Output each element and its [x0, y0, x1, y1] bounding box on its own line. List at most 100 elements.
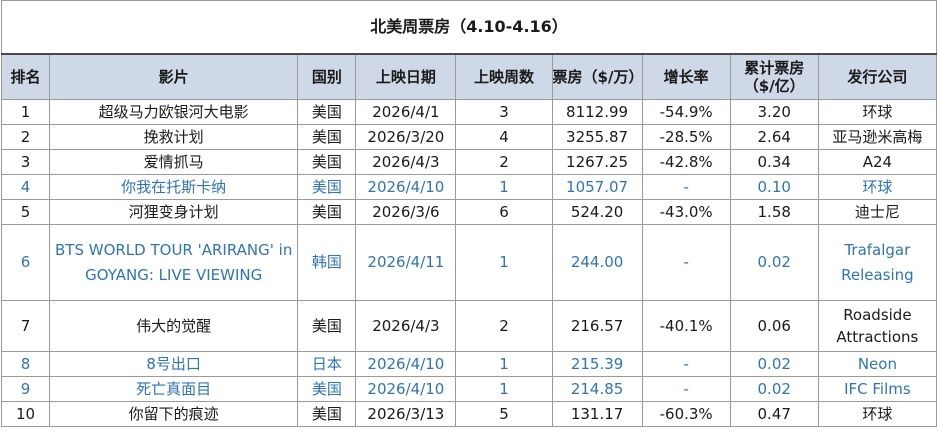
cell-film: BTS WORLD TOUR 'ARIRANG' in GOYANG: LIVE… — [49, 224, 299, 301]
cell-country: 美国 — [297, 149, 357, 175]
cell-cumulative: 0.02 — [729, 376, 819, 402]
cell-film: 伟大的觉醒 — [49, 300, 299, 352]
cell-distributor: 环球 — [817, 174, 938, 200]
table-row: 3 爱情抓马 美国 2026/4/3 2 1267.25 -42.8% 0.34… — [0, 149, 938, 175]
header-weeks: 上映周数 — [455, 53, 553, 100]
cell-rank: 9 — [0, 376, 51, 402]
cell-growth: -40.1% — [641, 300, 731, 352]
cell-box-office: 131.17 — [551, 401, 643, 427]
cell-box-office: 1267.25 — [551, 149, 643, 175]
cell-film: 爱情抓马 — [49, 149, 299, 175]
table-row: 2 挽救计划 美国 2026/3/20 4 3255.87 -28.5% 2.6… — [0, 124, 938, 150]
cell-film: 超级马力欧银河大电影 — [49, 99, 299, 125]
cell-film: 你我在托斯卡纳 — [49, 174, 299, 200]
cell-rank: 6 — [0, 224, 51, 301]
cell-release-date: 2026/4/11 — [355, 224, 457, 301]
cell-weeks: 1 — [455, 376, 553, 402]
table-row: 7 伟大的觉醒 美国 2026/4/3 2 216.57 -40.1% 0.06… — [0, 300, 938, 352]
cell-country: 美国 — [297, 376, 357, 402]
cell-country: 韩国 — [297, 224, 357, 301]
cell-cumulative: 0.34 — [729, 149, 819, 175]
cell-distributor: 环球 — [817, 401, 938, 427]
header-growth: 增长率 — [641, 53, 731, 100]
cell-growth: -60.3% — [641, 401, 731, 427]
cell-rank: 8 — [0, 351, 51, 377]
cell-rank: 7 — [0, 300, 51, 352]
cell-growth: - — [641, 376, 731, 402]
cell-growth: -42.8% — [641, 149, 731, 175]
cell-release-date: 2026/4/3 — [355, 149, 457, 175]
cell-growth: - — [641, 224, 731, 301]
cell-distributor: A24 — [817, 149, 938, 175]
header-row: 排名 影片 国别 上映日期 上映周数 票房（$/万） 增长率 累计票房（$/亿）… — [0, 53, 938, 100]
cell-weeks: 1 — [455, 224, 553, 301]
cell-film: 你留下的痕迹 — [49, 401, 299, 427]
cell-rank: 1 — [0, 99, 51, 125]
cell-growth: - — [641, 351, 731, 377]
cell-box-office: 1057.07 — [551, 174, 643, 200]
cell-weeks: 2 — [455, 149, 553, 175]
cell-box-office: 214.85 — [551, 376, 643, 402]
cell-box-office: 215.39 — [551, 351, 643, 377]
cell-country: 美国 — [297, 401, 357, 427]
box-office-table: 北美周票房（4.10-4.16） 排名 影片 国别 上映日期 上映周数 票房（$… — [0, 0, 938, 427]
cell-cumulative: 0.10 — [729, 174, 819, 200]
cell-rank: 2 — [0, 124, 51, 150]
cell-box-office: 524.20 — [551, 199, 643, 225]
box-office-table-container: 北美周票房（4.10-4.16） 排名 影片 国别 上映日期 上映周数 票房（$… — [0, 0, 938, 440]
cell-film: 河狸变身计划 — [49, 199, 299, 225]
cell-release-date: 2026/4/1 — [355, 99, 457, 125]
cell-cumulative: 0.47 — [729, 401, 819, 427]
cell-weeks: 4 — [455, 124, 553, 150]
cell-film: 8号出口 — [49, 351, 299, 377]
cell-rank: 5 — [0, 199, 51, 225]
cell-rank: 10 — [0, 401, 51, 427]
cell-distributor: Roadside Attractions — [817, 300, 938, 352]
cell-country: 美国 — [297, 300, 357, 352]
cell-release-date: 2026/3/20 — [355, 124, 457, 150]
cell-box-office: 216.57 — [551, 300, 643, 352]
cell-box-office: 3255.87 — [551, 124, 643, 150]
cell-release-date: 2026/3/6 — [355, 199, 457, 225]
cell-growth: -28.5% — [641, 124, 731, 150]
cell-country: 美国 — [297, 99, 357, 125]
cell-distributor: IFC Films — [817, 376, 938, 402]
cell-distributor: 亚马逊米高梅 — [817, 124, 938, 150]
table-row-new-release: 9 死亡真面目 美国 2026/4/10 1 214.85 - 0.02 IFC… — [0, 376, 938, 402]
cell-weeks: 1 — [455, 174, 553, 200]
cell-release-date: 2026/3/13 — [355, 401, 457, 427]
cell-box-office: 8112.99 — [551, 99, 643, 125]
cell-weeks: 1 — [455, 351, 553, 377]
cell-weeks: 5 — [455, 401, 553, 427]
cell-cumulative: 0.02 — [729, 351, 819, 377]
table-row: 5 河狸变身计划 美国 2026/3/6 6 524.20 -43.0% 1.5… — [0, 199, 938, 225]
cell-growth: - — [641, 174, 731, 200]
cell-cumulative: 2.64 — [729, 124, 819, 150]
cell-country: 美国 — [297, 199, 357, 225]
cell-cumulative: 1.58 — [729, 199, 819, 225]
cell-country: 美国 — [297, 124, 357, 150]
cell-growth: -54.9% — [641, 99, 731, 125]
cell-rank: 4 — [0, 174, 51, 200]
header-box-office: 票房（$/万） — [551, 53, 643, 100]
table-row-new-release: 8 8号出口 日本 2026/4/10 1 215.39 - 0.02 Neon — [0, 351, 938, 377]
cell-release-date: 2026/4/10 — [355, 351, 457, 377]
cell-country: 美国 — [297, 174, 357, 200]
header-cumulative: 累计票房（$/亿） — [729, 53, 819, 100]
cell-release-date: 2026/4/10 — [355, 376, 457, 402]
header-film: 影片 — [49, 53, 299, 100]
table-row: 1 超级马力欧银河大电影 美国 2026/4/1 3 8112.99 -54.9… — [0, 99, 938, 125]
header-release-date: 上映日期 — [355, 53, 457, 100]
cell-weeks: 6 — [455, 199, 553, 225]
cell-weeks: 2 — [455, 300, 553, 352]
header-country: 国别 — [297, 53, 357, 100]
cell-cumulative: 3.20 — [729, 99, 819, 125]
cell-growth: -43.0% — [641, 199, 731, 225]
cell-weeks: 3 — [455, 99, 553, 125]
cell-rank: 3 — [0, 149, 51, 175]
cell-box-office: 244.00 — [551, 224, 643, 301]
cell-film: 挽救计划 — [49, 124, 299, 150]
cell-distributor: Neon — [817, 351, 938, 377]
cell-release-date: 2026/4/3 — [355, 300, 457, 352]
table-title: 北美周票房（4.10-4.16） — [1, 0, 937, 55]
